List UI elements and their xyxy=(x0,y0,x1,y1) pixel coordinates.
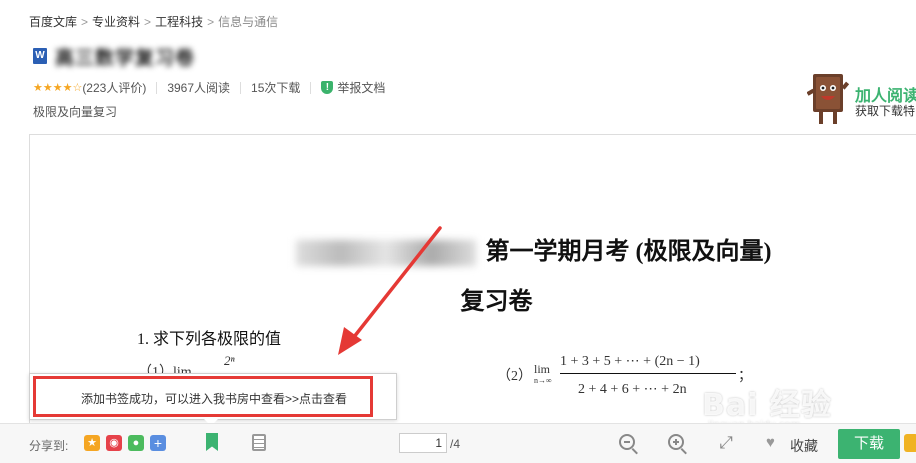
word-file-icon: W xyxy=(33,48,47,64)
bottom-toolbar: 分享到: ★ ◉ ● + 1 /4 ⤢ ♥ 收藏 下载 xyxy=(0,423,916,463)
limit-operator: lim n→∞ xyxy=(534,363,552,387)
shield-icon xyxy=(321,81,334,94)
blurred-school-name xyxy=(295,240,476,267)
reading-promo[interactable]: 加人阅读 获取下载特 xyxy=(803,68,916,132)
review-count[interactable]: (223人评价) xyxy=(82,79,146,96)
breadcrumb-separator: > xyxy=(207,15,215,29)
breadcrumb-separator: > xyxy=(81,15,89,29)
heart-icon[interactable]: ♥ xyxy=(766,435,775,451)
share-wechat-icon[interactable]: ● xyxy=(128,435,144,451)
fraction-denominator: 2 + 4 + 6 + ⋯ + 2n xyxy=(578,382,687,397)
share-favorite-icon[interactable]: ★ xyxy=(84,435,100,451)
page-number-input[interactable]: 1 xyxy=(399,433,447,453)
divider xyxy=(240,81,242,94)
download-button[interactable]: 下载 xyxy=(838,429,900,459)
limit-subscript: n→∞ xyxy=(534,376,552,385)
doc-title: 高三数学复习卷 xyxy=(55,47,196,69)
page-total: /4 xyxy=(450,437,461,451)
bookmark-icon[interactable] xyxy=(206,433,218,451)
read-count: 3967人阅读 xyxy=(167,81,231,95)
notes-icon[interactable] xyxy=(252,434,266,451)
limit-text: lim xyxy=(534,362,551,376)
breadcrumb-item-wenku[interactable]: 百度文库 xyxy=(29,15,77,29)
page-subheading: 复习卷 xyxy=(460,289,533,315)
zoom-in-icon[interactable] xyxy=(668,434,684,450)
question-1-part-2-label: （2） xyxy=(497,369,532,384)
coin-icon xyxy=(904,434,916,452)
share-weibo-icon[interactable]: ◉ xyxy=(106,435,122,451)
breadcrumb-separator: > xyxy=(144,15,152,29)
breadcrumb: 百度文库 > 专业资料 > 工程科技 > 信息与通信 xyxy=(29,13,278,30)
breadcrumb-item-engineering[interactable]: 工程科技 xyxy=(155,15,203,29)
doc-meta: ★★★★☆ (223人评价) 3967人阅读 15次下载 举报文档 xyxy=(33,79,385,96)
fraction-numerator: 1 + 3 + 5 + ⋯ + (2n − 1) xyxy=(560,354,700,369)
share-more-icon[interactable]: + xyxy=(150,435,166,451)
page-heading: 第一学期月考 (极限及向量) xyxy=(30,231,916,267)
download-count: 15次下载 xyxy=(251,81,301,95)
divider xyxy=(156,81,158,94)
question-1: 1. 求下列各极限的值 xyxy=(137,331,282,348)
doc-title-row: W 高三数学复习卷 xyxy=(33,44,196,69)
share-label: 分享到: xyxy=(29,439,69,453)
breadcrumb-current: 信息与通信 xyxy=(218,15,279,29)
breadcrumb-item-professional[interactable]: 专业资料 xyxy=(92,15,140,29)
book-mascot-icon xyxy=(807,74,849,124)
report-link[interactable]: 举报文档 xyxy=(337,79,385,96)
divider xyxy=(310,81,312,94)
doc-tag[interactable]: 极限及向量复习 xyxy=(33,103,117,120)
page-heading-text: 第一学期月考 (极限及向量) xyxy=(485,239,772,265)
favorite-button[interactable]: 收藏 xyxy=(790,436,818,456)
fullscreen-icon[interactable]: ⤢ xyxy=(716,433,736,453)
annotation-highlight-box xyxy=(33,376,373,417)
rating-stars-icon: ★★★★☆ xyxy=(33,82,83,94)
fraction-line xyxy=(560,373,736,374)
zoom-out-icon[interactable] xyxy=(619,434,635,450)
page: 百度文库 > 专业资料 > 工程科技 > 信息与通信 W 高三数学复习卷 ★★★★☆ (22… xyxy=(0,0,916,463)
promo-subtitle: 获取下载特 xyxy=(855,104,916,118)
question-1-part-1-exponent: 2ⁿ xyxy=(224,353,235,368)
watermark-text: Bai 经验 xyxy=(702,388,832,423)
